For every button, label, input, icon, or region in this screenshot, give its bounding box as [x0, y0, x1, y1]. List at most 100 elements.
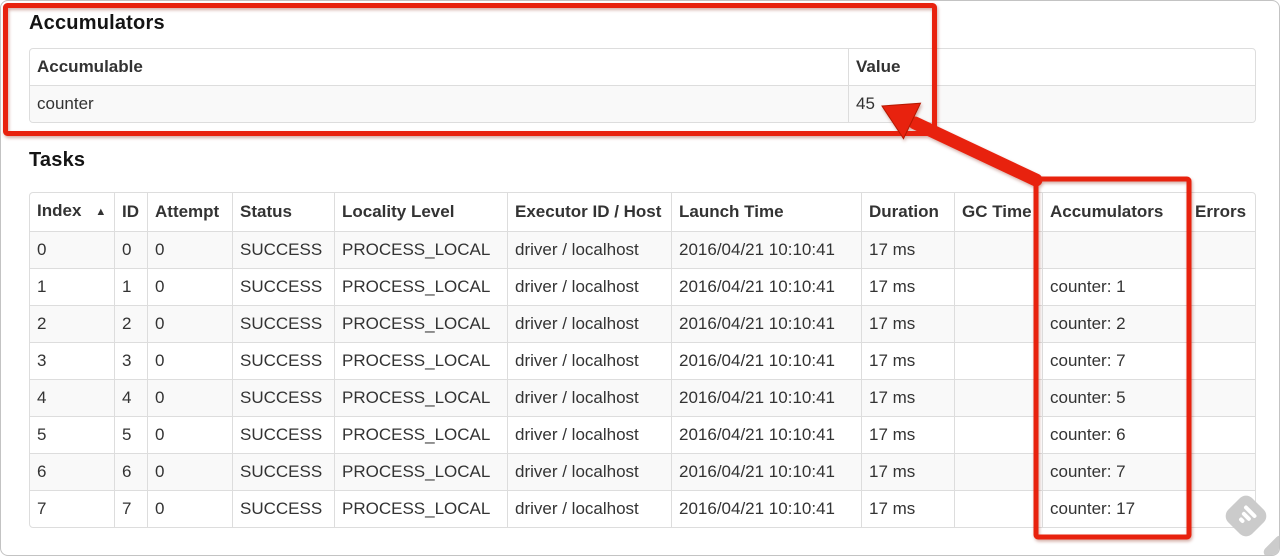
task-cell-gc-time [954, 231, 1042, 268]
tasks-table: Index ▲ ID Attempt Status Locality Level Execu… [29, 192, 1256, 528]
task-cell-executor-id-host: driver / localhost [507, 268, 671, 305]
watermark-corner-icon [1261, 533, 1279, 555]
spark-stage-page: Accumulators Accumulable Value counter 45 … [0, 0, 1280, 556]
task-row: 4 4 0 SUCCESS PROCESS_LOCAL driver / localhos… [30, 379, 1255, 416]
task-col-header-duration[interactable]: Duration [861, 193, 954, 231]
task-col-header-index[interactable]: Index ▲ [30, 193, 114, 231]
task-cell-attempt: 0 [147, 379, 232, 416]
task-cell-locality-level: PROCESS_LOCAL [334, 416, 507, 453]
task-cell-launch-time: 2016/04/21 10:10:41 [671, 453, 861, 490]
task-cell-duration: 17 ms [861, 490, 954, 527]
task-cell-index: 5 [30, 416, 114, 453]
task-cell-launch-time: 2016/04/21 10:10:41 [671, 416, 861, 453]
task-col-header-executor-id-host[interactable]: Executor ID / Host [507, 193, 671, 231]
task-col-header-status[interactable]: Status [232, 193, 334, 231]
task-cell-errors [1187, 231, 1255, 268]
task-col-header-id[interactable]: ID [114, 193, 147, 231]
task-cell-index: 4 [30, 379, 114, 416]
accumulable-col-header-value: Value [848, 49, 1255, 85]
task-cell-gc-time [954, 490, 1042, 527]
task-cell-id: 3 [114, 342, 147, 379]
task-cell-attempt: 0 [147, 416, 232, 453]
accumulable-col-header-accumulable: Accumulable [37, 57, 143, 76]
task-cell-index: 2 [30, 305, 114, 342]
task-cell-errors [1187, 416, 1255, 453]
task-row: 6 6 0 SUCCESS PROCESS_LOCAL driver / localhos… [30, 453, 1255, 490]
task-cell-duration: 17 ms [861, 231, 954, 268]
task-cell-executor-id-host: driver / localhost [507, 490, 671, 527]
task-cell-attempt: 0 [147, 490, 232, 527]
task-cell-duration: 17 ms [861, 379, 954, 416]
task-cell-id: 2 [114, 305, 147, 342]
task-cell-accumulators: counter: 1 [1042, 268, 1187, 305]
task-cell-accumulators [1042, 231, 1187, 268]
task-cell-index: 3 [30, 342, 114, 379]
task-cell-duration: 17 ms [861, 268, 954, 305]
task-row: 0 0 0 SUCCESS PROCESS_LOCAL driver / localhos… [30, 231, 1255, 268]
task-cell-accumulators: counter: 6 [1042, 416, 1187, 453]
task-cell-id: 6 [114, 453, 147, 490]
task-row: 1 1 0 SUCCESS PROCESS_LOCAL driver / localhos… [30, 268, 1255, 305]
task-cell-attempt: 0 [147, 268, 232, 305]
task-cell-attempt: 0 [147, 305, 232, 342]
task-cell-duration: 17 ms [861, 305, 954, 342]
accumulators-section-heading: Accumulators [29, 12, 165, 34]
task-cell-status: SUCCESS [232, 268, 334, 305]
task-cell-launch-time: 2016/04/21 10:10:41 [671, 379, 861, 416]
task-cell-status: SUCCESS [232, 231, 334, 268]
task-cell-gc-time [954, 342, 1042, 379]
task-col-header-gc-time[interactable]: GC Time [954, 193, 1042, 231]
task-cell-launch-time: 2016/04/21 10:10:41 [671, 305, 861, 342]
task-cell-locality-level: PROCESS_LOCAL [334, 490, 507, 527]
task-cell-errors [1187, 453, 1255, 490]
task-cell-accumulators: counter: 7 [1042, 342, 1187, 379]
task-cell-index: 1 [30, 268, 114, 305]
task-cell-errors [1187, 268, 1255, 305]
task-cell-locality-level: PROCESS_LOCAL [334, 268, 507, 305]
task-cell-status: SUCCESS [232, 342, 334, 379]
task-cell-locality-level: PROCESS_LOCAL [334, 305, 507, 342]
task-cell-errors [1187, 379, 1255, 416]
task-cell-launch-time: 2016/04/21 10:10:41 [671, 268, 861, 305]
task-cell-accumulators: counter: 17 [1042, 490, 1187, 527]
task-row: 5 5 0 SUCCESS PROCESS_LOCAL driver / localhos… [30, 416, 1255, 453]
task-col-header-attempt[interactable]: Attempt [147, 193, 232, 231]
task-cell-launch-time: 2016/04/21 10:10:41 [671, 490, 861, 527]
task-row: 3 3 0 SUCCESS PROCESS_LOCAL driver / localhos… [30, 342, 1255, 379]
accumulable-cell-accumulable: counter [30, 85, 848, 122]
accumulators-table-header-row: Accumulable Value [30, 49, 1255, 85]
task-cell-gc-time [954, 379, 1042, 416]
task-cell-status: SUCCESS [232, 490, 334, 527]
task-cell-launch-time: 2016/04/21 10:10:41 [671, 231, 861, 268]
task-cell-status: SUCCESS [232, 305, 334, 342]
task-cell-id: 1 [114, 268, 147, 305]
task-cell-duration: 17 ms [861, 453, 954, 490]
sort-ascending-icon: ▲ [95, 206, 107, 218]
task-cell-duration: 17 ms [861, 416, 954, 453]
task-row: 2 2 0 SUCCESS PROCESS_LOCAL driver / localhos… [30, 305, 1255, 342]
accumulators-table: Accumulable Value counter 45 [29, 48, 1256, 123]
task-col-header-locality-level[interactable]: Locality Level [334, 193, 507, 231]
task-col-header-accumulators[interactable]: Accumulators [1042, 193, 1187, 231]
tasks-table-header-row: Index ▲ ID Attempt Status Locality Level Execu… [30, 193, 1255, 231]
task-cell-executor-id-host: driver / localhost [507, 379, 671, 416]
task-cell-id: 4 [114, 379, 147, 416]
task-cell-executor-id-host: driver / localhost [507, 231, 671, 268]
task-cell-attempt: 0 [147, 231, 232, 268]
task-cell-id: 5 [114, 416, 147, 453]
task-cell-errors [1187, 305, 1255, 342]
task-cell-errors [1187, 342, 1255, 379]
task-cell-gc-time [954, 453, 1042, 490]
task-col-header-launch-time[interactable]: Launch Time [671, 193, 861, 231]
task-cell-locality-level: PROCESS_LOCAL [334, 379, 507, 416]
task-cell-attempt: 0 [147, 342, 232, 379]
task-row: 7 7 0 SUCCESS PROCESS_LOCAL driver / localhos… [30, 490, 1255, 527]
task-col-header-errors[interactable]: Errors [1187, 193, 1255, 231]
task-cell-launch-time: 2016/04/21 10:10:41 [671, 342, 861, 379]
task-cell-status: SUCCESS [232, 416, 334, 453]
task-cell-executor-id-host: driver / localhost [507, 342, 671, 379]
task-cell-index: 0 [30, 231, 114, 268]
task-cell-locality-level: PROCESS_LOCAL [334, 231, 507, 268]
task-cell-gc-time [954, 416, 1042, 453]
task-cell-id: 0 [114, 231, 147, 268]
